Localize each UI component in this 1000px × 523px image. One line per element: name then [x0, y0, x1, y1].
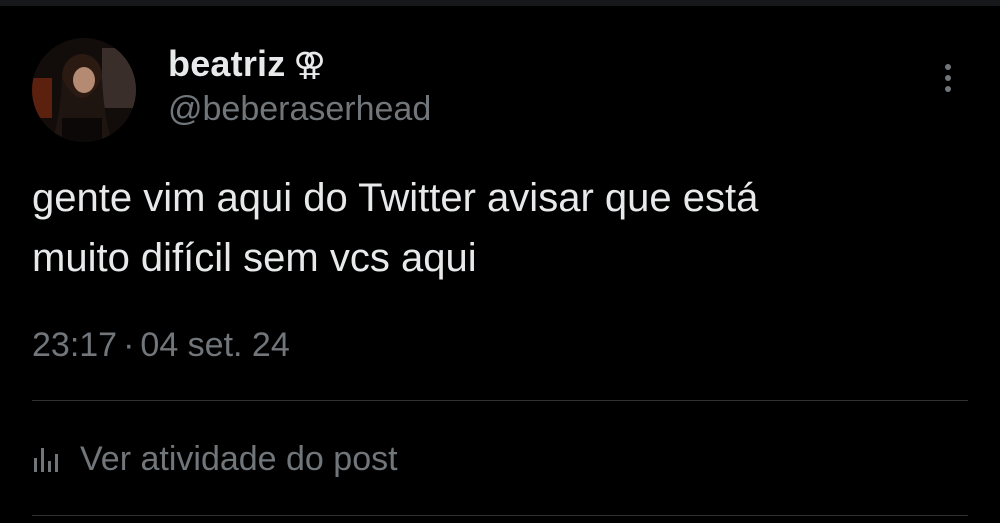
doubled-female-sign-icon: ⚢ — [293, 45, 326, 83]
author-handle[interactable]: @beberaserhead — [168, 90, 431, 129]
tweet: beatriz ⚢ @beberaserhead gente vim aqui … — [0, 0, 1000, 523]
tweet-timestamp[interactable]: 23:17 · 04 set. 24 — [32, 326, 290, 365]
view-activity-link[interactable]: Ver atividade do post — [32, 440, 398, 479]
avatar[interactable] — [32, 38, 136, 142]
tweet-text-line: muito difícil sem vcs aqui — [32, 236, 477, 280]
author-name-row: beatriz ⚢ — [168, 40, 431, 88]
author-display-name[interactable]: beatriz — [168, 43, 285, 85]
avatar-image — [32, 38, 136, 142]
divider — [32, 400, 968, 401]
more-vertical-icon — [945, 64, 951, 92]
divider — [32, 515, 968, 516]
more-options-button[interactable] — [928, 58, 968, 98]
tweet-header: beatriz ⚢ @beberaserhead — [168, 40, 431, 129]
tweet-time: 23:17 — [32, 326, 118, 364]
tweet-text: gente vim aqui do Twitter avisar que est… — [32, 168, 972, 288]
tweet-date: 04 set. 24 — [140, 326, 290, 364]
tweet-text-line: gente vim aqui do Twitter avisar que est… — [32, 176, 759, 220]
view-activity-label: Ver atividade do post — [80, 440, 398, 478]
bar-chart-icon — [32, 445, 66, 475]
meta-separator: · — [123, 326, 135, 364]
